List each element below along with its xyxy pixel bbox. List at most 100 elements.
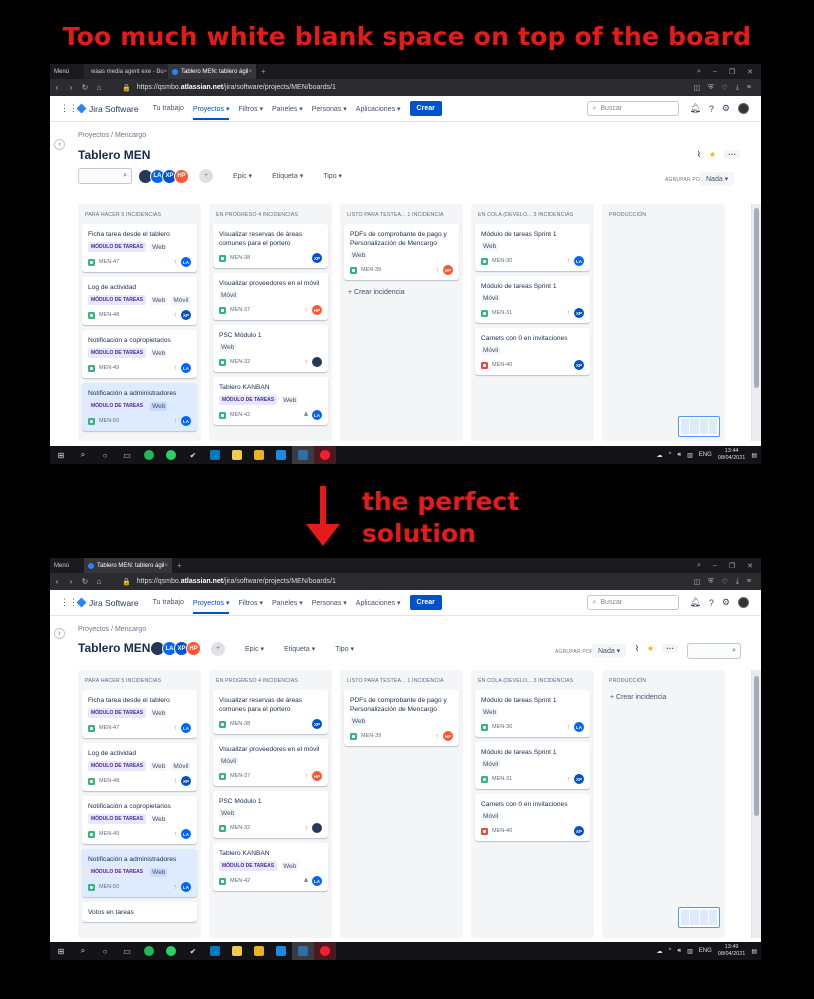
issue-card[interactable]: Log de actividad MÓDULO DE TAREAS Web Móvil… [82, 743, 197, 791]
sidebar-toggle-icon[interactable]: › [54, 628, 65, 639]
spotify-icon[interactable] [138, 942, 160, 960]
weather-icon[interactable]: ☁ [657, 452, 663, 459]
heart-icon[interactable]: ♡ [722, 578, 728, 586]
tray-arrow-icon[interactable]: ^ [669, 452, 672, 458]
create-button[interactable]: Crear [409, 101, 442, 116]
issue-card[interactable]: Visualizar reservas de áreas comunes par… [213, 690, 328, 734]
board-scrollbar[interactable] [751, 204, 761, 441]
cortana-icon[interactable]: ○ [94, 446, 116, 464]
new-tab-icon[interactable]: + [172, 561, 187, 570]
weather-icon[interactable]: ☁ [657, 948, 663, 955]
profile-avatar[interactable] [738, 103, 749, 114]
assignee-avatar[interactable]: LA [181, 416, 191, 426]
close-icon[interactable]: × [164, 69, 168, 75]
assignee-avatar[interactable]: XP [574, 774, 584, 784]
assignee-avatar[interactable]: HP [312, 771, 322, 781]
issue-card[interactable]: Carnets con 0 en invitaciones Móvil MEN-40… [475, 794, 590, 841]
download-icon[interactable]: ⤓ [736, 578, 739, 586]
avatar[interactable]: HP [174, 168, 189, 184]
issue-card[interactable]: Log de actividad MÓDULO DE TAREAS Web Móvil… [82, 277, 197, 325]
issue-card[interactable]: Ficha tarea desde el tablero MÓDULO DE TA… [82, 690, 197, 738]
app-switcher-icon[interactable]: ⋮⋮ [60, 597, 78, 608]
search-tabs-icon[interactable]: ⌕ [697, 68, 701, 76]
crumb-projects[interactable]: Proyectos [78, 626, 109, 633]
more-icon[interactable]: ··· [724, 150, 741, 159]
vscode-icon[interactable] [270, 446, 292, 464]
assignee-avatar[interactable]: LA [181, 363, 191, 373]
forward-icon[interactable]: › [64, 577, 78, 586]
files-icon[interactable] [226, 446, 248, 464]
assignee-avatar[interactable]: XP [312, 253, 322, 263]
assignee-avatar[interactable] [312, 357, 322, 367]
assignee-avatar[interactable]: XP [181, 310, 191, 320]
nav-5[interactable]: Aplicaciones ▾ [356, 599, 401, 607]
home-icon[interactable]: ⌂ [92, 577, 106, 586]
volume-icon[interactable]: 🔊︎ [677, 452, 681, 459]
files-icon[interactable] [226, 942, 248, 960]
assignee-avatar[interactable]: XP [312, 719, 322, 729]
epic-filter[interactable]: Epic ▾ [233, 172, 252, 180]
browser-tab-active[interactable]: Tablero MEN: tablero ágil × [84, 558, 172, 573]
assignee-avatar[interactable]: LA [181, 882, 191, 892]
create-button[interactable]: Crear [409, 595, 442, 610]
epic-filter[interactable]: Epic ▾ [245, 645, 264, 653]
assignee-avatar[interactable]: LA [574, 256, 584, 266]
group-by-select[interactable]: Nada ▾ [700, 172, 735, 186]
task-view-icon[interactable]: ▭ [116, 446, 138, 464]
assignee-avatar[interactable]: XP [574, 826, 584, 836]
windows-start-icon[interactable]: ⊞ [50, 446, 72, 464]
label-filter[interactable]: Etiqueta ▾ [284, 645, 315, 653]
nav-2[interactable]: Filtros ▾ [238, 599, 263, 607]
browser-menu[interactable]: Menú [50, 64, 84, 79]
browser-tab[interactable]: waas media agent exe - Bu × [84, 64, 168, 79]
home-icon[interactable]: ⌂ [92, 83, 106, 92]
crumb-projects[interactable]: Proyectos [78, 132, 109, 139]
crumb-project[interactable]: Mencargo [115, 132, 146, 139]
board-minimap[interactable] [678, 416, 720, 437]
nav-0[interactable]: Tu trabajo [153, 105, 184, 112]
extensions-icon[interactable]: ≡ [747, 578, 751, 586]
whatsapp-icon[interactable] [160, 942, 182, 960]
explorer-icon[interactable] [248, 942, 270, 960]
assignee-avatar[interactable]: XP [574, 360, 584, 370]
issue-card[interactable]: Visualizar proveedores en el móvil Móvil M… [213, 739, 328, 786]
star-icon[interactable]: ★ [647, 644, 654, 653]
notifications-icon[interactable]: 🔔︎ [689, 597, 700, 608]
assignee-avatar[interactable]: HP [312, 305, 322, 315]
label-filter[interactable]: Etiqueta ▾ [272, 172, 303, 180]
new-tab-icon[interactable]: + [256, 67, 271, 76]
issue-card[interactable]: Tablero KANBAN MÓDULO DE TAREAS Web MEN-42 ⩓… [213, 843, 328, 891]
app-switcher-icon[interactable]: ⋮⋮ [60, 103, 78, 114]
issue-card[interactable]: Notificación a administradores MÓDULO DE … [82, 849, 197, 897]
help-icon[interactable]: ? [709, 598, 714, 608]
assignee-avatar[interactable]: XP [574, 308, 584, 318]
close-icon[interactable]: × [248, 69, 252, 75]
minimize-icon[interactable]: – [713, 562, 717, 570]
trello-icon[interactable] [204, 446, 226, 464]
issue-card[interactable]: Carnets con 0 en invitaciones Móvil MEN-40… [475, 328, 590, 375]
issue-card[interactable]: Notificación a copropietarios MÓDULO DE T… [82, 330, 197, 378]
type-filter[interactable]: Tipo ▾ [335, 645, 354, 653]
search-tabs-icon[interactable]: ⌕ [697, 562, 701, 570]
url-text[interactable]: https://qsmbo.atlassian.net/jira/softwar… [137, 84, 336, 91]
lang-indicator[interactable]: ENG [699, 452, 712, 458]
windows-start-icon[interactable]: ⊞ [50, 942, 72, 960]
remote-icon[interactable] [292, 446, 314, 464]
feedback-icon[interactable]: ⌇ [635, 644, 639, 653]
create-issue-button[interactable]: + Crear incidencia [340, 285, 463, 300]
tray-arrow-icon[interactable]: ^ [669, 948, 672, 954]
issue-card[interactable]: Módulo de tareas Sprint 1 Web MEN-30 ↑ LA [475, 690, 590, 737]
issue-card[interactable]: Notificación a copropietarios MÓDULO DE T… [82, 796, 197, 844]
reload-icon[interactable]: ↻ [78, 577, 92, 586]
scroll-thumb[interactable] [754, 208, 759, 388]
scroll-thumb[interactable] [754, 676, 759, 816]
add-people-icon[interactable]: + [199, 169, 213, 183]
issue-card[interactable]: PDFs de comprobante de pago y Personaliz… [344, 224, 459, 280]
feedback-icon[interactable]: ⌇ [697, 150, 701, 159]
nav-2[interactable]: Filtros ▾ [238, 105, 263, 113]
sidebar-toggle-icon[interactable]: › [54, 139, 65, 150]
camera-icon[interactable]: ◫ [694, 84, 701, 92]
forward-icon[interactable]: › [64, 83, 78, 92]
vscode-icon[interactable] [270, 942, 292, 960]
search-icon[interactable]: ⌕ [72, 942, 94, 960]
